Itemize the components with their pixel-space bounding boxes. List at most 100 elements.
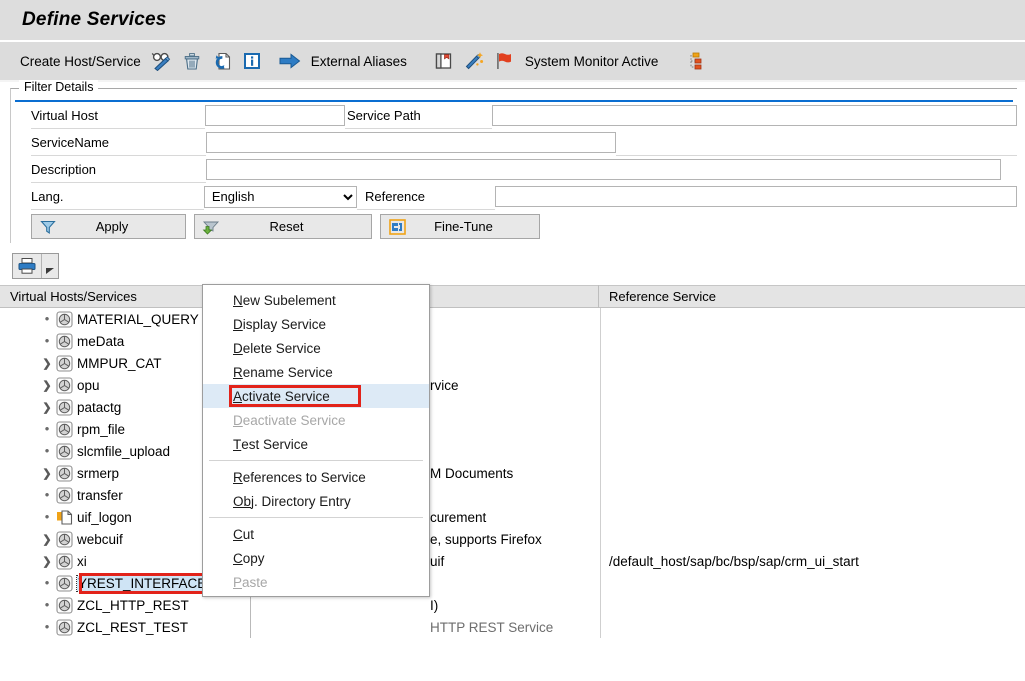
description-input[interactable] (206, 159, 1001, 180)
wizard-wand-icon[interactable] (461, 49, 487, 73)
menu-item-accelerator: C (233, 550, 243, 566)
menu-item-paste: Paste (203, 570, 429, 594)
table-row[interactable]: ❯ opu rvice (0, 374, 1025, 396)
menu-item-new-subelement[interactable]: New Subelement (203, 288, 429, 312)
service-globe-icon (55, 464, 73, 482)
tree-node-label[interactable]: MMPUR_CAT (77, 356, 162, 371)
service-description-cell: HTTP REST Service (430, 619, 554, 635)
service-globe-icon (55, 354, 73, 372)
table-row[interactable]: ❯ MMPUR_CAT (0, 352, 1025, 374)
tree-node[interactable]: • ZCL_HTTP_REST (0, 594, 430, 616)
virtual-host-input[interactable] (204, 105, 345, 126)
service-path-label: Service Path (344, 103, 493, 129)
menu-item-accelerator: D (233, 412, 243, 428)
tree-node-label[interactable]: transfer (77, 488, 123, 503)
table-row[interactable]: • YREST_INTERFACE (0, 572, 1025, 594)
table-row[interactable]: ❯ patactg (0, 396, 1025, 418)
table-row[interactable]: ❯ xi uif/default_host/sap/bc/bsp/sap/crm_u… (0, 550, 1025, 572)
table-row[interactable]: ❯ srmerp M Documents (0, 462, 1025, 484)
tree-node-label[interactable]: meData (77, 334, 124, 349)
service-description-cell: e, supports Firefox (430, 531, 542, 547)
tree-node-label[interactable]: patactg (77, 400, 121, 415)
delete-trash-icon[interactable] (179, 49, 205, 73)
print-button[interactable] (12, 253, 59, 279)
lang-select[interactable]: English (203, 185, 358, 208)
tree-node-label[interactable]: ZCL_REST_TEST (77, 620, 188, 635)
create-host-service-button[interactable]: Create Host/Service (14, 54, 147, 69)
table-row[interactable]: • meData (0, 330, 1025, 352)
table-row[interactable]: ❯ webcuif e, supports Firefox (0, 528, 1025, 550)
service-globe-icon (55, 486, 73, 504)
main-toolbar: Create Host/Service External Aliases Sys… (0, 42, 1025, 82)
menu-item-references-to-service[interactable]: References to Service (203, 465, 429, 489)
menu-item-rename-service[interactable]: Rename Service (203, 360, 429, 384)
chevron-right-icon[interactable]: ❯ (40, 555, 54, 568)
reset-button-label: Reset (269, 219, 304, 234)
menu-item-cut[interactable]: Cut (203, 522, 429, 546)
fine-tune-button-label: Fine-Tune (434, 219, 493, 234)
menu-item-obj-directory-entry[interactable]: Ob j. Directory Entry (203, 489, 429, 513)
menu-item-test-service[interactable]: Test Service (203, 432, 429, 456)
table-row[interactable]: • rpm_file (0, 418, 1025, 440)
fine-tune-button[interactable]: Fine-Tune (380, 214, 540, 239)
menu-item-label: eferences to Service (242, 469, 366, 485)
service-globe-icon (55, 332, 73, 350)
tree-node-label[interactable]: slcmfile_upload (77, 444, 170, 459)
filter-details-panel: Filter Details Virtual Host Service Path… (10, 80, 1018, 243)
filter-buttons-row: Apply Reset Fine-Tune (11, 214, 1017, 239)
menu-item-copy[interactable]: Copy (203, 546, 429, 570)
service-globe-icon (55, 552, 73, 570)
external-aliases-button[interactable]: External Aliases (305, 54, 413, 69)
table-row[interactable]: • MATERIAL_QUERY (0, 308, 1025, 330)
service-context-menu[interactable]: New Subelement Display Service Delete Serv… (202, 284, 430, 597)
column-header-reference-service[interactable]: Reference Service (598, 285, 1018, 308)
service-globe-icon (55, 618, 73, 636)
apply-button-label: Apply (95, 219, 129, 234)
menu-item-delete-service[interactable]: Delete Service (203, 336, 429, 360)
table-row[interactable]: • ZCL_HTTP_REST I) (0, 594, 1025, 616)
leaf-bullet-icon: • (44, 619, 50, 634)
info-icon[interactable] (239, 49, 265, 73)
tree-node-label[interactable]: MATERIAL_QUERY (77, 312, 199, 327)
red-flag-icon[interactable] (491, 49, 517, 73)
apply-button[interactable]: Apply (31, 214, 186, 239)
tree-node-label[interactable]: uif_logon (77, 510, 132, 525)
tree-node-label[interactable]: ZCL_HTTP_REST (77, 598, 189, 613)
tree-node-label[interactable]: rpm_file (77, 422, 125, 437)
table-row[interactable]: • transfer (0, 484, 1025, 506)
reset-button[interactable]: Reset (194, 214, 372, 239)
triangle-down-icon[interactable] (41, 254, 58, 278)
system-monitor-status[interactable]: System Monitor Active (519, 54, 665, 69)
chevron-right-icon[interactable]: ❯ (40, 533, 54, 546)
chevron-right-icon[interactable]: ❯ (40, 379, 54, 392)
menu-item-label: j. Directory Entry (251, 493, 351, 509)
menu-item-activate-service[interactable]: Activate Service (203, 384, 429, 408)
tree-node-label[interactable]: webcuif (77, 532, 123, 547)
tree-node-label[interactable]: srmerp (77, 466, 119, 481)
arrow-right-icon[interactable] (277, 49, 303, 73)
service-name-input[interactable] (206, 132, 616, 153)
tree-node[interactable]: • ZCL_REST_TEST (0, 616, 430, 638)
tree-node-label[interactable]: YREST_INTERFACE (75, 574, 209, 592)
tree-node-label[interactable]: xi (77, 554, 87, 569)
tree-node-label[interactable]: opu (77, 378, 100, 393)
book-icon[interactable] (431, 49, 457, 73)
menu-item-accelerator: A (233, 388, 243, 404)
glasses-pencil-icon[interactable] (149, 49, 175, 73)
table-row[interactable]: • slcmfile_upload (0, 440, 1025, 462)
table-row[interactable]: • uif_logon curement (0, 506, 1025, 528)
menu-item-deactivate-service: Deactivate Service (203, 408, 429, 432)
menu-item-display-service[interactable]: Display Service (203, 312, 429, 336)
hierarchy-icon[interactable] (682, 49, 708, 73)
menu-item-accelerator: P (233, 574, 243, 590)
reference-input[interactable] (495, 186, 1017, 207)
page-orange-icon (55, 508, 73, 526)
chevron-right-icon[interactable]: ❯ (40, 401, 54, 414)
menu-item-label: elete Service (242, 340, 321, 356)
service-path-input[interactable] (492, 105, 1018, 126)
leaf-bullet-icon: • (44, 443, 50, 458)
refresh-document-icon[interactable] (209, 49, 235, 73)
table-row[interactable]: • ZCL_REST_TEST HTTP REST Service (0, 616, 1025, 638)
chevron-right-icon[interactable]: ❯ (40, 467, 54, 480)
chevron-right-icon[interactable]: ❯ (40, 357, 54, 370)
